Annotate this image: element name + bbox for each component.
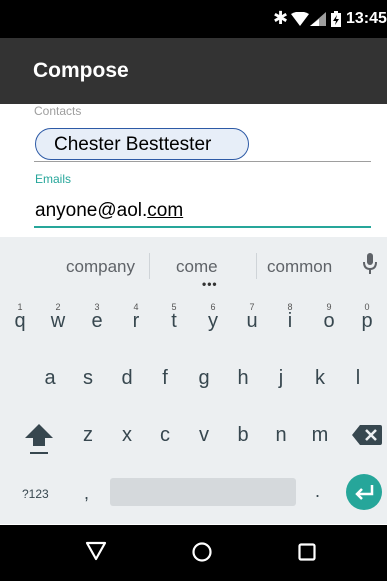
key-a[interactable]: a bbox=[33, 367, 67, 397]
key-d[interactable]: d bbox=[110, 367, 144, 397]
navigation-bar bbox=[0, 525, 387, 581]
contacts-label: Contacts bbox=[34, 104, 82, 118]
suggestion-strip: company come ••• common bbox=[0, 237, 387, 299]
status-bar: ✱ 13:45 bbox=[0, 0, 387, 38]
key-r[interactable]: 4r bbox=[119, 302, 153, 340]
key-t[interactable]: 5t bbox=[157, 302, 191, 340]
key-u[interactable]: 7u bbox=[235, 302, 269, 340]
key-q[interactable]: 1q bbox=[3, 302, 37, 340]
soft-keyboard: company come ••• common 1q 2w 3e 4r 5t 6… bbox=[0, 237, 387, 524]
back-icon[interactable] bbox=[85, 541, 107, 561]
key-p[interactable]: 0p bbox=[350, 302, 384, 340]
status-time: 13:45 bbox=[346, 10, 387, 27]
key-o[interactable]: 9o bbox=[312, 302, 346, 340]
key-y[interactable]: 6y bbox=[196, 302, 230, 340]
key-b[interactable]: b bbox=[226, 424, 260, 454]
key-h[interactable]: h bbox=[226, 367, 260, 397]
wifi-icon bbox=[291, 12, 309, 26]
key-e[interactable]: 3e bbox=[80, 302, 114, 340]
key-k[interactable]: k bbox=[303, 367, 337, 397]
enter-key[interactable] bbox=[346, 474, 382, 510]
contact-chip-label: Chester Besttester bbox=[54, 134, 212, 155]
key-n[interactable]: n bbox=[264, 424, 298, 454]
home-icon[interactable] bbox=[191, 541, 213, 563]
more-suggestions-icon[interactable]: ••• bbox=[202, 277, 218, 291]
symbols-key[interactable]: ?123 bbox=[22, 487, 49, 501]
mic-icon[interactable] bbox=[363, 253, 377, 275]
key-w[interactable]: 2w bbox=[41, 302, 75, 340]
recents-icon[interactable] bbox=[298, 543, 316, 561]
compose-form: Contacts Chester Besttester Emails anyon… bbox=[0, 104, 387, 236]
email-value-prefix: anyone@aol. bbox=[35, 200, 148, 221]
page-title: Compose bbox=[33, 59, 129, 82]
bluetooth-icon: ✱ bbox=[273, 8, 289, 29]
key-x[interactable]: x bbox=[110, 424, 144, 454]
suggestion-come[interactable]: come bbox=[176, 257, 218, 277]
key-j[interactable]: j bbox=[264, 367, 298, 397]
battery-charging-icon bbox=[331, 11, 341, 27]
emails-label: Emails bbox=[35, 172, 72, 186]
suggestion-divider bbox=[256, 253, 257, 279]
key-g[interactable]: g bbox=[187, 367, 221, 397]
period-key[interactable]: . bbox=[315, 481, 320, 502]
space-bar[interactable] bbox=[110, 478, 296, 506]
key-m[interactable]: m bbox=[303, 424, 337, 454]
suggestion-company[interactable]: company bbox=[66, 257, 135, 277]
email-value-composing: com bbox=[147, 200, 184, 221]
suggestion-divider bbox=[149, 253, 150, 279]
suggestion-common[interactable]: common bbox=[267, 257, 332, 277]
backspace-icon[interactable] bbox=[352, 424, 382, 446]
key-l[interactable]: l bbox=[341, 367, 375, 397]
key-v[interactable]: v bbox=[187, 424, 221, 454]
comma-key[interactable]: , bbox=[84, 483, 89, 504]
contacts-underline bbox=[34, 161, 371, 162]
key-f[interactable]: f bbox=[148, 367, 182, 397]
shift-icon[interactable] bbox=[23, 420, 55, 456]
key-s[interactable]: s bbox=[71, 367, 105, 397]
enter-icon bbox=[355, 485, 374, 500]
key-i[interactable]: 8i bbox=[273, 302, 307, 340]
key-c[interactable]: c bbox=[148, 424, 182, 454]
signal-icon bbox=[310, 12, 326, 26]
app-bar: Compose bbox=[0, 38, 387, 104]
email-field[interactable]: anyone@aol.com bbox=[34, 200, 371, 228]
contact-chip[interactable]: Chester Besttester bbox=[35, 128, 249, 160]
key-z[interactable]: z bbox=[71, 424, 105, 454]
